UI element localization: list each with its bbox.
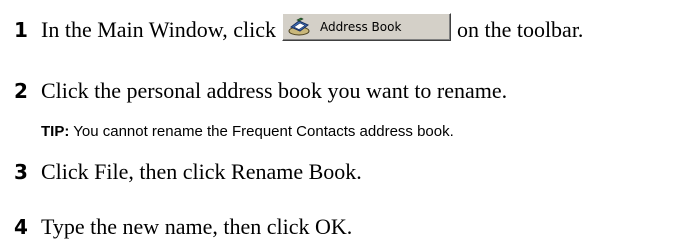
step-number: 2 [14,79,28,103]
step-text: on the toolbar. [456,17,584,42]
step-1: 1 In the Main Window, click Address Book… [14,13,584,44]
tip-label: TIP: [41,123,70,140]
address-book-icon [288,17,310,36]
tip-note: TIP: You cannot rename the Frequent Cont… [41,123,454,140]
step-text: In the Main Window, click [41,17,276,42]
address-book-button[interactable]: Address Book [281,13,451,41]
step-text: Click File, then click Rename Book. [41,159,362,184]
step-text: Click the personal address book you want… [41,78,508,103]
step-number: 3 [14,160,28,184]
step-4: 4 Type the new name, then click OK. [14,216,352,238]
tip-text: You cannot rename the Frequent Contacts … [73,123,454,140]
step-text: Type the new name, then click OK. [41,214,353,239]
step-number: 4 [14,215,28,239]
step-2: 2 Click the personal address book you wa… [14,80,507,102]
step-number: 1 [14,18,28,42]
address-book-button-label: Address Book [319,20,402,34]
step-3: 3 Click File, then click Rename Book. [14,161,362,183]
